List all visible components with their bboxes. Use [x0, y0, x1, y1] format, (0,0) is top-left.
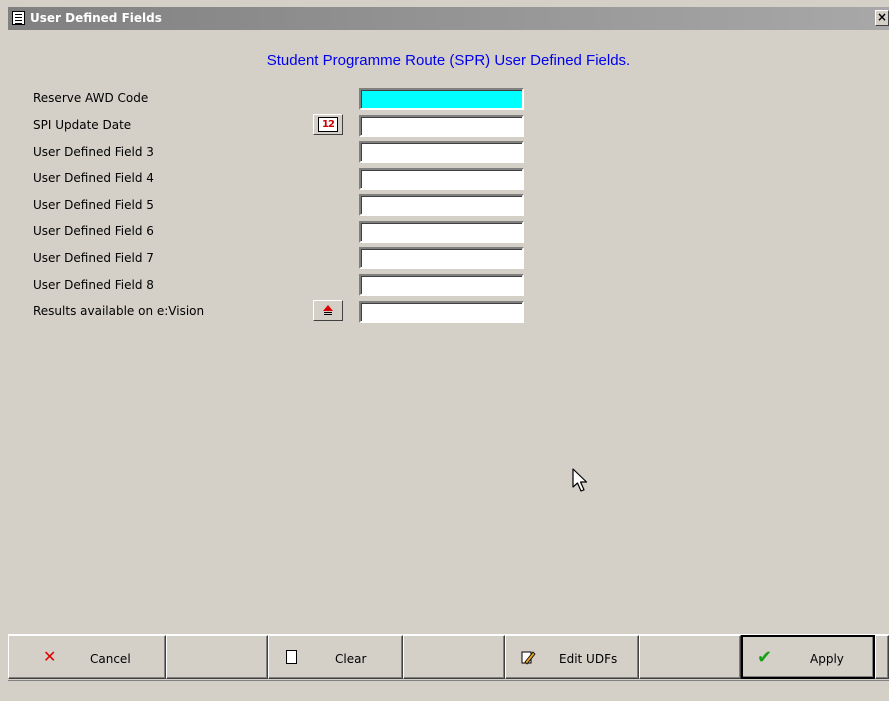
- mouse-cursor-icon: [572, 468, 588, 492]
- field-label-udf-6: User Defined Field 6: [33, 224, 154, 238]
- checkmark-icon: ✔: [757, 647, 773, 668]
- field-label-reserve-awd-code: Reserve AWD Code: [33, 91, 149, 105]
- udf-7-input[interactable]: [359, 247, 524, 269]
- field-label-udf-4: User Defined Field 4: [33, 171, 154, 185]
- form-panel: Student Programme Route (SPR) User Defin…: [8, 30, 889, 634]
- cancel-label: Cancel: [90, 652, 131, 666]
- field-label-udf-3: User Defined Field 3: [33, 145, 154, 159]
- udf-3-input[interactable]: [359, 141, 524, 163]
- form-heading: Student Programme Route (SPR) User Defin…: [266, 52, 631, 69]
- spi-update-date-input[interactable]: [359, 115, 524, 137]
- status-bar: [8, 680, 889, 701]
- toolbar-spacer-2: [403, 635, 505, 679]
- toolbar-spacer-1: [166, 635, 268, 679]
- bottom-toolbar: ✕ Cancel Clear Edit UDFs ✔ Apply: [8, 634, 889, 681]
- edit-udfs-button[interactable]: Edit UDFs: [505, 635, 639, 679]
- lookup-button[interactable]: [313, 300, 343, 321]
- udf-4-input[interactable]: [359, 168, 524, 190]
- clear-label: Clear: [335, 652, 367, 666]
- document-icon: [286, 650, 297, 664]
- apply-button[interactable]: ✔ Apply: [741, 635, 875, 679]
- field-label-spi-update-date: SPI Update Date: [33, 118, 132, 132]
- cancel-button[interactable]: ✕ Cancel: [8, 635, 166, 679]
- pencil-icon: [521, 651, 536, 665]
- lookup-up-icon: [323, 305, 333, 311]
- field-label-udf-5: User Defined Field 5: [33, 198, 154, 212]
- field-label-udf-7: User Defined Field 7: [33, 251, 154, 265]
- udf-6-input[interactable]: [359, 221, 524, 243]
- form-icon: [12, 11, 25, 25]
- edit-udfs-label: Edit UDFs: [559, 652, 618, 666]
- calendar-icon: 12: [318, 117, 338, 132]
- window-titlebar: User Defined Fields ×: [8, 7, 889, 30]
- udf-5-input[interactable]: [359, 194, 524, 216]
- field-label-results-evision: Results available on e:Vision: [33, 304, 205, 318]
- udf-8-input[interactable]: [359, 274, 524, 296]
- toolbar-spacer-3: [639, 635, 741, 679]
- clear-button[interactable]: Clear: [268, 635, 403, 679]
- toolbar-spacer-4: [875, 635, 889, 679]
- close-button[interactable]: ×: [875, 10, 889, 26]
- reserve-awd-code-input[interactable]: [359, 88, 524, 110]
- x-icon: ✕: [43, 647, 57, 666]
- results-evision-input[interactable]: [359, 301, 524, 323]
- calendar-button[interactable]: 12: [313, 114, 343, 135]
- apply-label: Apply: [810, 652, 844, 666]
- field-label-udf-8: User Defined Field 8: [33, 278, 154, 292]
- window-title: User Defined Fields: [30, 11, 162, 25]
